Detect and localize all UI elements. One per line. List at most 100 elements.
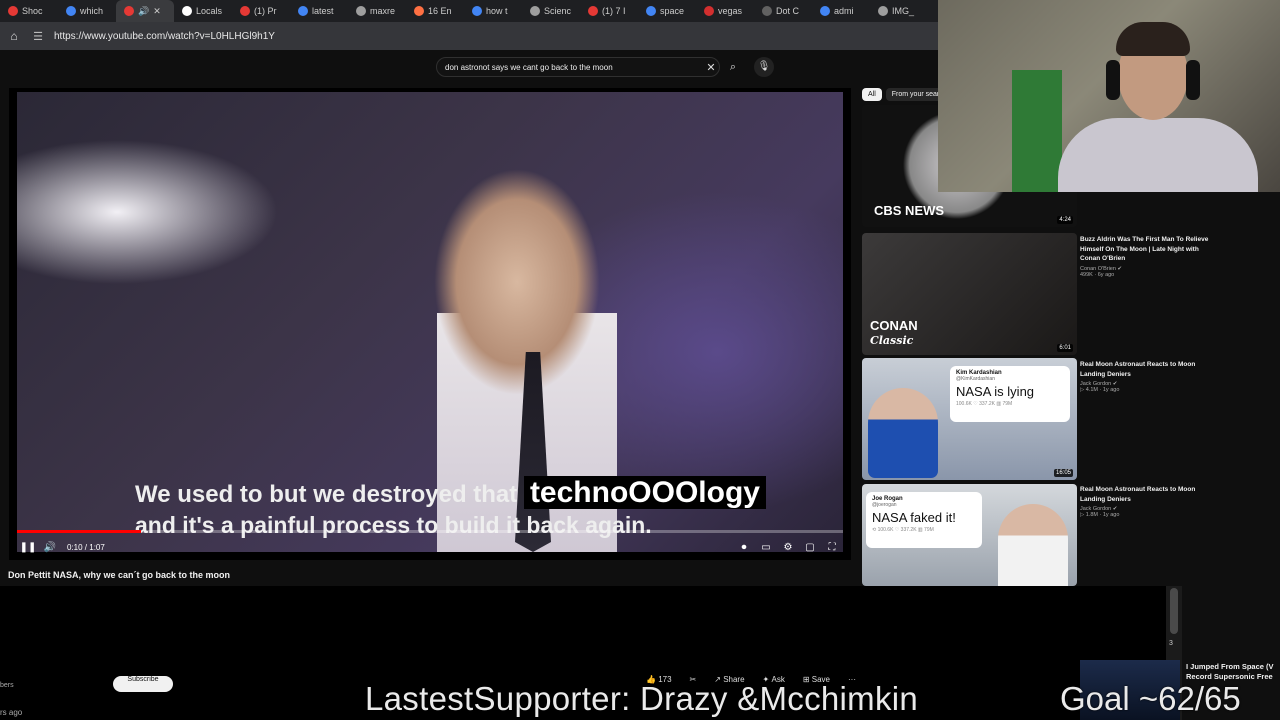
tab-favicon-icon [704,6,714,16]
thumbnail-brand: CBS NEWS [874,203,945,218]
browser-tab[interactable]: how t [464,0,522,22]
browser-tab[interactable]: Scienc [522,0,580,22]
tab-label: Shoc [22,6,43,16]
tab-label: (1) 7 I [602,6,626,16]
subscribe-button[interactable]: Subscribe [113,676,173,692]
pause-icon[interactable]: ❚❚ [17,542,39,553]
browser-tab[interactable]: space [638,0,696,22]
search-icon[interactable]: ⌕ [722,57,744,77]
tweet-card: Joe Rogan @joerogan NASA faked it! ⟲ 100… [866,492,982,548]
time-display: 0:10 / 1:07 [67,542,105,552]
browser-tab[interactable]: IMG_ [870,0,928,22]
speaker-icon[interactable]: 🔊 [138,6,149,17]
browser-tab[interactable]: maxre [348,0,406,22]
recommended-title[interactable]: I Jumped From Space (V Record Supersonic… [1186,662,1280,682]
tab-label: 16 En [428,6,452,16]
url-field[interactable]: https://www.youtube.com/watch?v=L0HLHGl9… [54,31,275,42]
browser-tab[interactable]: Shoc [0,0,58,22]
tab-favicon-icon [356,6,366,16]
browser-tab[interactable]: Locals [174,0,232,22]
tab-label: Scienc [544,6,572,16]
tab-label: Dot C [776,6,800,16]
duration-badge: 6:01 [1057,344,1073,352]
recommended-meta[interactable]: Buzz Aldrin Was The First Man To Relieve… [1080,235,1210,278]
video-title: Don Pettit NASA, why we can´t go back to… [8,570,231,580]
captions-icon[interactable]: ▭ [755,542,777,553]
close-tab-icon[interactable]: ✕ [153,6,161,17]
recommended-title[interactable]: Buzz Aldrin Was The First Man To Relieve… [1080,235,1210,264]
browser-tab[interactable]: which [58,0,116,22]
home-icon[interactable]: ⌂ [0,29,28,43]
address-bar: ⌂ ☰ https://www.youtube.com/watch?v=L0HL… [0,22,940,50]
browser-tab[interactable]: (1) Pr [232,0,290,22]
subtitle-text: We used to but we destroyed that [135,481,518,508]
duration-badge: 16:05 [1053,469,1073,477]
tab-favicon-icon [646,6,656,16]
player-controls: ❚❚ 🔊 0:10 / 1:07 ⏺ ▭ ⚙ ▢ ⛶ [17,538,843,556]
recommended-thumbnail[interactable]: Joe Rogan @joerogan NASA faked it! ⟲ 100… [862,484,1077,586]
recommended-meta[interactable]: Real Moon Astronaut Reacts to Moon Landi… [1080,360,1210,393]
browser-tab[interactable]: latest [290,0,348,22]
scroll-number: 3 [1169,640,1173,647]
thumbnail-brand: CONAN Classic [870,318,918,348]
tab-favicon-icon [472,6,482,16]
tab-label: latest [312,6,334,16]
chip-all[interactable]: All [862,88,882,101]
volume-icon[interactable]: 🔊 [39,542,61,553]
recommended-title[interactable]: Real Moon Astronaut Reacts to Moon Landi… [1080,360,1210,379]
tab-label: maxre [370,6,396,16]
search-box[interactable]: don astronot says we cant go back to the… [436,57,720,77]
webcam-overlay [938,0,1280,192]
recommended-meta[interactable]: Real Moon Astronaut Reacts to Moon Landi… [1080,485,1210,518]
search-input[interactable]: don astronot says we cant go back to the… [445,63,703,72]
view-count: ▷ 4.1M · 1y ago [1080,387,1120,393]
tweet-text: NASA faked it! [872,510,956,525]
thumbnail-person [868,388,938,478]
video-player[interactable]: We used to but we destroyed that technoO… [9,88,851,560]
webcam-person-shirt [1058,118,1258,192]
chip-from-your-search[interactable]: From your sear [885,88,946,101]
tab-label: Locals [196,6,223,16]
autoplay-toggle-icon[interactable]: ⏺ [733,542,755,553]
recommended-thumbnail[interactable]: CONAN Classic 6:01 [862,233,1077,355]
settings-gear-icon[interactable]: ⚙ [777,542,799,553]
tab-favicon-icon [66,6,76,16]
tab-favicon-icon [588,6,598,16]
tweet-stats: 100.6K ♡ 337.2K ▥ 79M [956,401,1013,407]
browser-tab-active[interactable]: 🔊 ✕ [116,0,174,22]
tab-favicon-icon [8,6,18,16]
webcam-flag [1012,70,1062,192]
browser-tab[interactable]: 16 En [406,0,464,22]
tweet-handle: @KimKardashian [956,376,995,382]
latest-supporter-overlay: LastestSupporter: Drazy &Mcchimkin [365,680,919,717]
clear-search-icon[interactable]: ✕ [703,61,719,74]
tab-favicon-icon [240,6,250,16]
subtitle-line-1: We used to but we destroyed that technoO… [135,476,766,510]
browser-tab[interactable]: (1) 7 I [580,0,638,22]
thumbnail-person [998,504,1068,586]
browser-tab[interactable]: vegas [696,0,754,22]
view-count: 499K · 6y ago [1080,271,1115,278]
tab-favicon-icon [530,6,540,16]
progress-bar[interactable] [17,530,843,533]
goal-overlay: Goal ~62/65 [1060,680,1241,717]
view-count: ▷ 1.8M · 1y ago [1080,512,1120,518]
theater-mode-icon[interactable]: ▢ [799,542,821,553]
tab-favicon-icon [414,6,424,16]
browser-tab[interactable]: Dot C [754,0,812,22]
tweet-stats: ⟲ 100.6K ♡ 337.2K ▥ 79M [872,527,934,533]
microphone-icon[interactable]: 🎙 [754,57,774,77]
tab-label: admi [834,6,854,16]
subtitle-line-2: and it's a painful process to build it b… [135,512,652,538]
site-info-icon[interactable]: ☰ [28,30,48,43]
upload-date-fragment: rs ago [0,708,23,717]
subscriber-count-fragment: bers [0,682,14,689]
recommended-thumbnail[interactable]: Kim Kardashian @KimKardashian NASA is ly… [862,358,1077,480]
recommended-title[interactable]: Real Moon Astronaut Reacts to Moon Landi… [1080,485,1210,504]
fullscreen-icon[interactable]: ⛶ [821,542,843,553]
browser-tab-strip: Shoc which 🔊 ✕ Locals (1) Pr latest maxre… [0,0,940,22]
tab-favicon-icon [878,6,888,16]
browser-tab[interactable]: admi [812,0,870,22]
scrollbar-thumb[interactable] [1170,588,1178,634]
tab-favicon-icon [298,6,308,16]
